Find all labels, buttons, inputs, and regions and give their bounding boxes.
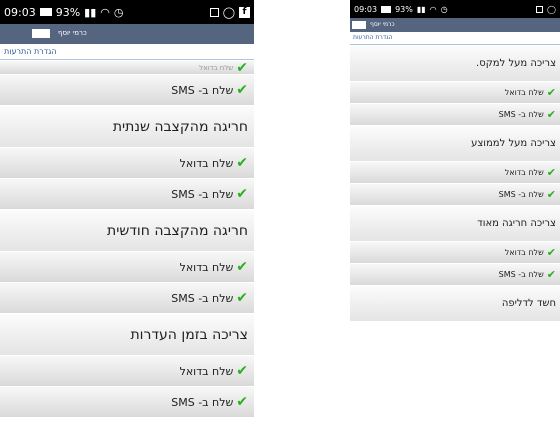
battery-level: 93% bbox=[395, 4, 413, 14]
check-icon[interactable]: ✔ bbox=[547, 268, 556, 281]
notify-option-label: שלח ב- SMS bbox=[498, 270, 544, 279]
signal-icon: ▮▮ bbox=[84, 5, 97, 19]
notify-option-row[interactable]: ✔ שלח ב- SMS bbox=[0, 74, 254, 105]
gallery-icon bbox=[209, 7, 219, 17]
status-time: 09:03 bbox=[4, 5, 36, 19]
check-icon[interactable]: ✔ bbox=[236, 155, 248, 171]
notify-option-label: שלח ב- SMS bbox=[171, 291, 234, 305]
status-bar: 09:03 93% ▮▮ ◠ ◷ ◯ bbox=[350, 0, 560, 18]
alert-category-header[interactable]: חריגה מהקצבה חודשית bbox=[0, 209, 254, 251]
status-time: 09:03 bbox=[354, 4, 378, 14]
check-icon[interactable]: ✔ bbox=[236, 60, 248, 76]
whatsapp-icon: ◯ bbox=[222, 5, 235, 19]
notify-option-label: שלח בדואל bbox=[504, 88, 544, 97]
facebook-icon: f bbox=[239, 6, 250, 18]
alert-category-label: חריגה מהקצבה שנתית bbox=[112, 118, 248, 135]
notify-option-row[interactable]: ✔ שלח בדואל bbox=[0, 251, 254, 282]
check-icon[interactable]: ✔ bbox=[236, 82, 248, 98]
notify-option-label: שלח ב- SMS bbox=[498, 110, 544, 119]
alert-category-header[interactable]: צריכה מעל למקס. bbox=[350, 45, 560, 81]
notify-option-row[interactable]: ✔ שלח ב- SMS bbox=[350, 103, 560, 125]
alert-category-header[interactable]: צריכה חריגה מאוד bbox=[350, 205, 560, 241]
check-icon[interactable]: ✔ bbox=[547, 108, 556, 121]
alarm-icon: ◷ bbox=[440, 4, 448, 14]
alert-category-header[interactable]: חשד לדליפה bbox=[350, 285, 560, 321]
status-bar: 09:03 93% ▮▮ ◠ ◷ ◯ f bbox=[0, 0, 254, 24]
check-icon[interactable]: ✔ bbox=[236, 186, 248, 202]
notify-option-label: שלח בדואל bbox=[504, 168, 544, 177]
alert-category-header[interactable]: צריכה בזמן העדרות bbox=[0, 313, 254, 355]
check-icon[interactable]: ✔ bbox=[547, 246, 556, 259]
phone-screen-left: 09:03 93% ▮▮ ◠ ◷ ◯ f כרמי יוסף הגדרת התר… bbox=[0, 0, 254, 426]
check-icon[interactable]: ✔ bbox=[547, 188, 556, 201]
battery-icon bbox=[381, 5, 392, 13]
alerts-list: צריכה מעל למקס. ✔ שלח בדואל ✔ שלח ב- SMS צריכ… bbox=[350, 45, 560, 426]
settings-header: הגדרת התרעות bbox=[0, 44, 254, 60]
notify-option-label: שלח בדואל bbox=[179, 156, 234, 170]
notify-option-label: שלח ב- SMS bbox=[498, 190, 544, 199]
whatsapp-icon: ◯ bbox=[547, 4, 556, 14]
notify-option-row[interactable]: ✔ שלח ב- SMS bbox=[350, 263, 560, 285]
wifi-icon: ◠ bbox=[429, 4, 437, 14]
notify-option-row[interactable]: ✔ שלח בדואל bbox=[350, 241, 560, 263]
notify-option-label: שלח בדואל bbox=[504, 248, 544, 257]
alerts-list: ✔ שלח בדואל ✔ שלח ב- SMS חריגה מהקצבה שנתית ✔… bbox=[0, 60, 254, 426]
app-bar: כרמי יוסף bbox=[0, 24, 254, 44]
notify-option-row[interactable]: ✔ שלח בדואל bbox=[0, 355, 254, 386]
notify-option-row[interactable]: ✔ שלח בדואל bbox=[0, 147, 254, 178]
settings-header: הגדרת התרעות bbox=[350, 32, 560, 45]
alarm-icon: ◷ bbox=[113, 5, 124, 19]
alert-category-label: צריכה מעל למקס. bbox=[476, 58, 556, 69]
alert-category-header[interactable]: חריגה מהקצבה שנתית bbox=[0, 105, 254, 147]
alert-category-header[interactable]: צריכה מעל לממוצע bbox=[350, 125, 560, 161]
wifi-icon: ◠ bbox=[100, 5, 110, 19]
battery-level: 93% bbox=[55, 5, 81, 19]
alert-category-label: חריגה מהקצבה חודשית bbox=[107, 222, 248, 239]
check-icon[interactable]: ✔ bbox=[236, 394, 248, 410]
alert-category-label: צריכה חריגה מאוד bbox=[477, 218, 556, 229]
check-icon[interactable]: ✔ bbox=[547, 166, 556, 179]
notify-option-label: שלח בדואל bbox=[199, 63, 234, 72]
notify-option-row[interactable]: ✔ שלח ב- SMS bbox=[350, 183, 560, 205]
notify-option-row[interactable]: ✔ שלח בדואל bbox=[350, 161, 560, 183]
notify-option-row[interactable]: ✔ שלח ב- SMS bbox=[0, 386, 254, 417]
battery-icon bbox=[39, 8, 52, 16]
app-bar: כרמי יוסף bbox=[350, 18, 560, 32]
check-icon[interactable]: ✔ bbox=[236, 259, 248, 275]
check-icon[interactable]: ✔ bbox=[236, 363, 248, 379]
notify-option-row[interactable]: ✔ שלח ב- SMS bbox=[0, 178, 254, 209]
notify-option-label: שלח ב- SMS bbox=[171, 395, 234, 409]
phone-screen-right: 09:03 93% ▮▮ ◠ ◷ ◯ כרמי יוסף הגדרת התרעו… bbox=[350, 0, 560, 426]
check-icon[interactable]: ✔ bbox=[236, 290, 248, 306]
app-title: כרמי יוסף bbox=[370, 21, 395, 28]
gallery-icon bbox=[536, 5, 544, 13]
notify-option-row[interactable]: ✔ שלח בדואל bbox=[0, 60, 254, 76]
alert-category-label: חשד לדליפה bbox=[501, 298, 556, 309]
app-logo bbox=[352, 21, 366, 29]
alert-category-label: צריכה בזמן העדרות bbox=[130, 326, 248, 343]
notify-option-label: שלח בדואל bbox=[179, 260, 234, 274]
app-logo bbox=[32, 29, 50, 38]
notify-option-label: שלח ב- SMS bbox=[171, 83, 234, 97]
alert-category-label: צריכה מעל לממוצע bbox=[471, 138, 556, 149]
signal-icon: ▮▮ bbox=[416, 4, 426, 14]
notify-option-row[interactable]: ✔ שלח ב- SMS bbox=[0, 282, 254, 313]
notify-option-label: שלח בדואל bbox=[179, 364, 234, 378]
notify-option-label: שלח ב- SMS bbox=[171, 187, 234, 201]
check-icon[interactable]: ✔ bbox=[547, 86, 556, 99]
notify-option-row[interactable]: ✔ שלח בדואל bbox=[350, 81, 560, 103]
app-title: כרמי יוסף bbox=[58, 29, 87, 37]
